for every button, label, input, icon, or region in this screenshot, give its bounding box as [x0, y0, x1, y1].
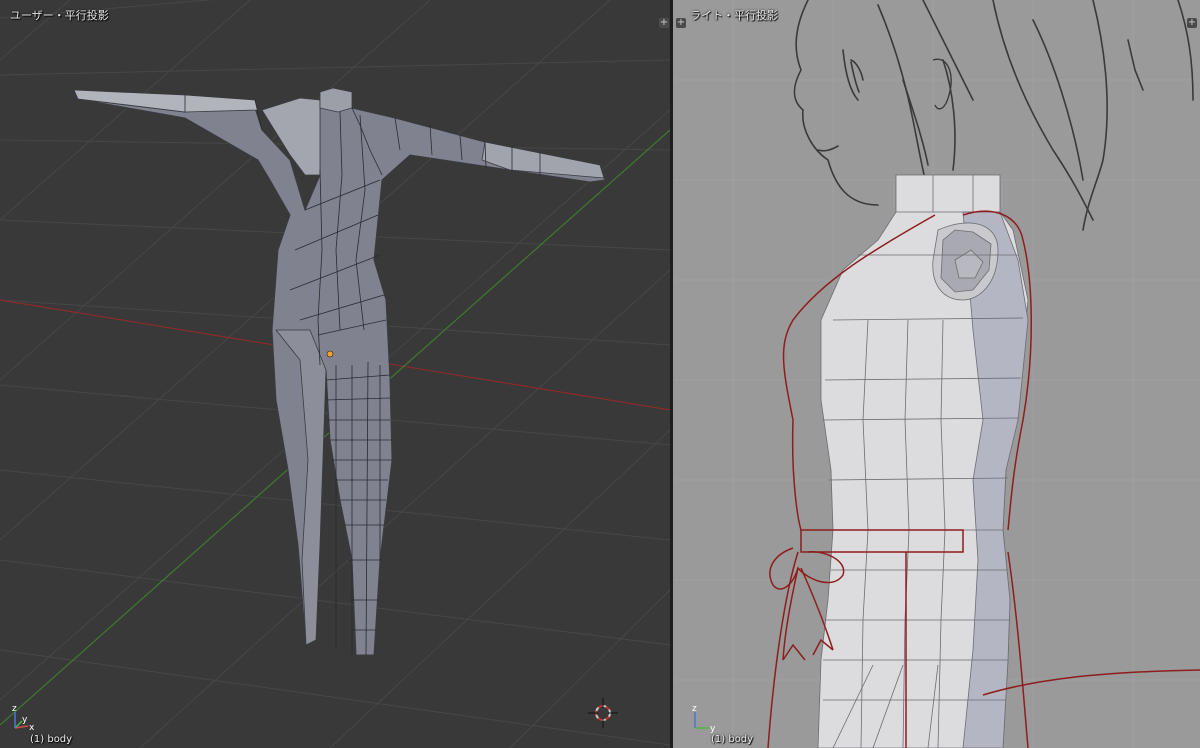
- active-object-label: (1) body: [30, 734, 73, 745]
- viewport-expand-button-right[interactable]: +: [1187, 18, 1197, 28]
- viewport-expand-button[interactable]: +: [676, 18, 686, 28]
- viewport-right-ortho[interactable]: z y ライト・平行投影 + + (1) body: [673, 0, 1200, 748]
- object-origin-dot: [326, 350, 334, 358]
- viewport-title: ユーザー・平行投影: [10, 9, 109, 22]
- viewport-title: ライト・平行投影: [690, 9, 778, 22]
- gizmo-y-label: y: [710, 724, 716, 734]
- viewport-expand-button[interactable]: +: [659, 18, 669, 28]
- gizmo-z-label: z: [12, 704, 17, 714]
- gizmo-y-label: y: [22, 715, 28, 725]
- right-ortho-scene: z y: [673, 0, 1200, 748]
- user-ortho-scene: z y x: [0, 0, 670, 748]
- axis-gizmo: z y x: [12, 704, 35, 733]
- viewport-user-ortho[interactable]: z y x ユーザー・平行投影 + (1) body: [0, 0, 670, 748]
- body-mesh: [73, 87, 606, 656]
- gizmo-x-label: x: [29, 723, 35, 733]
- gizmo-z-label: z: [692, 704, 697, 714]
- 3d-cursor-icon[interactable]: [588, 698, 618, 728]
- active-object-label: (1) body: [711, 734, 754, 745]
